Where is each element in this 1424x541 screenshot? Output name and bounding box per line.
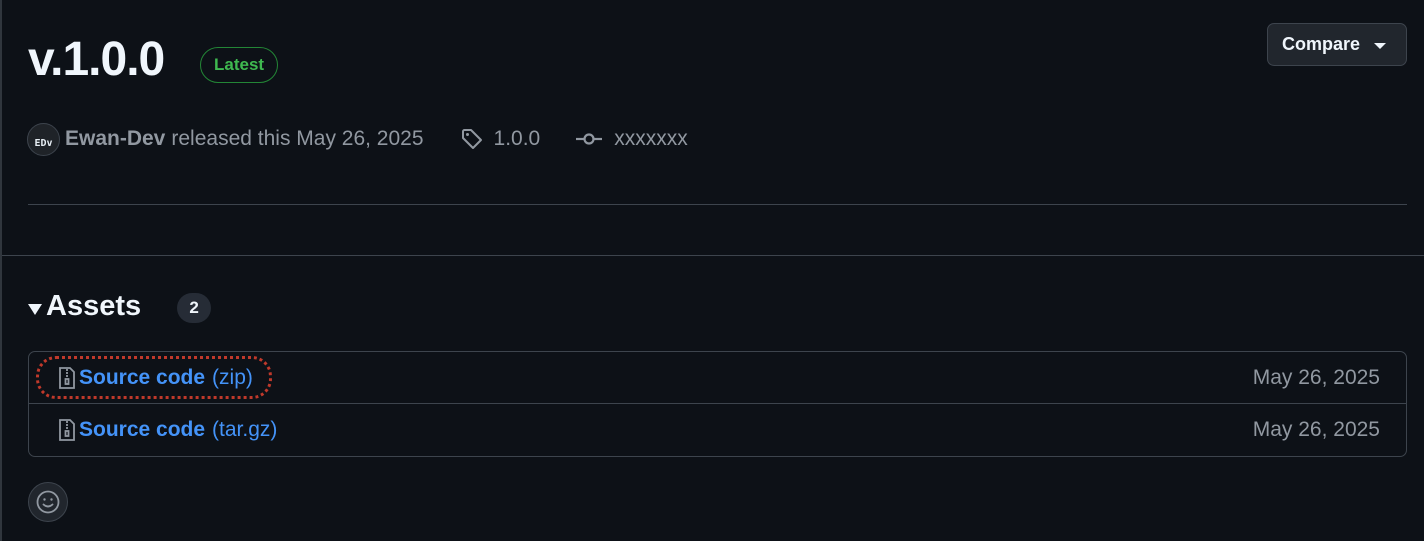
add-reaction-button[interactable]: [28, 482, 68, 522]
asset-name: Source code: [79, 365, 206, 389]
triangle-down-icon: [28, 303, 42, 315]
author-link[interactable]: Ewan-Dev: [65, 127, 165, 151]
tag-label: 1.0.0: [493, 127, 541, 150]
source-code-targz-link[interactable]: Source code (tar.gz): [57, 418, 277, 442]
tag-icon: [461, 129, 482, 149]
assets-toggle[interactable]: Assets 2: [28, 286, 212, 326]
asset-row: Source code (zip) May 26, 2025: [29, 352, 1406, 404]
file-zip-icon: [59, 419, 75, 441]
asset-date: May 26, 2025: [1252, 365, 1380, 389]
release-card: v.1.0.0 Latest Compare EDv Ewan-Dev rele…: [0, 0, 1424, 541]
file-zip-icon: [59, 366, 75, 389]
commit-icon: [576, 133, 603, 145]
released-text: released this May 26, 2025: [171, 127, 424, 150]
assets-list: Source code (zip) May 26, 2025 Source co…: [28, 351, 1407, 457]
triangle-down-icon: [1374, 42, 1387, 49]
asset-date: May 26, 2025: [1252, 418, 1380, 441]
latest-badge: Latest: [200, 47, 279, 83]
tag-link[interactable]: 1.0.0: [460, 127, 541, 151]
commit-link[interactable]: xxxxxxx: [576, 127, 688, 151]
compare-button[interactable]: Compare: [1267, 23, 1407, 66]
smiley-icon: [36, 490, 60, 514]
asset-ext: (tar.gz): [212, 418, 278, 441]
compare-label: Compare: [1282, 34, 1361, 54]
release-title[interactable]: v.1.0.0: [28, 30, 165, 90]
divider: [2, 255, 1424, 256]
assets-title: Assets: [46, 289, 142, 322]
release-meta: EDv Ewan-Dev released this May 26, 2025 …: [27, 122, 688, 156]
divider: [28, 204, 1407, 205]
avatar[interactable]: EDv: [27, 122, 60, 156]
commit-label: xxxxxxx: [614, 127, 688, 150]
source-code-zip-link[interactable]: Source code (zip): [57, 366, 253, 390]
asset-row: Source code (tar.gz) May 26, 2025: [29, 404, 1406, 456]
asset-ext: (zip): [212, 365, 253, 389]
assets-count-badge: 2: [177, 293, 212, 323]
asset-name: Source code: [79, 418, 206, 441]
